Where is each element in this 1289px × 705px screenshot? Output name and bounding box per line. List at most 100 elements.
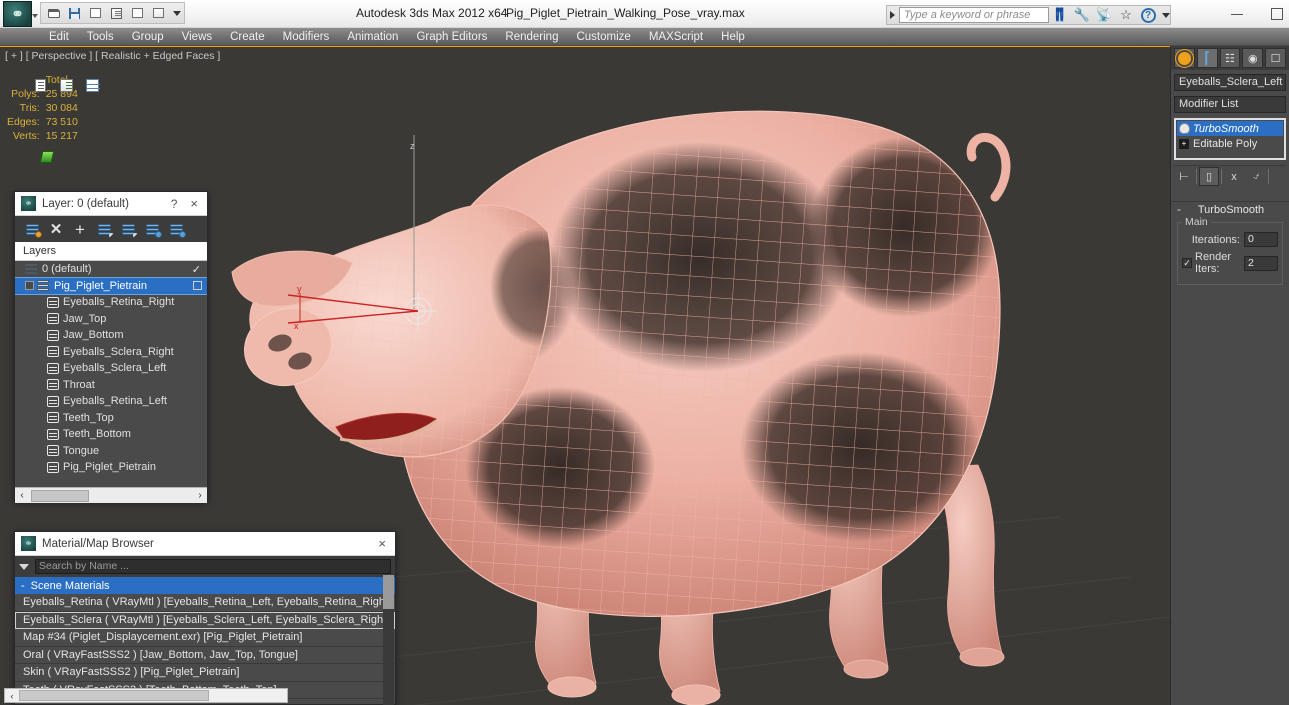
modifier-stack[interactable]: TurboSmooth + Editable Poly (1174, 118, 1286, 160)
asset-tracking-horizontal-scrollbar[interactable]: ‹ (4, 688, 288, 703)
layer-horizontal-scrollbar[interactable]: ‹ › (15, 487, 207, 503)
material-browser-close-button[interactable]: × (375, 536, 389, 551)
layer-row-eyeballs-retina-right[interactable]: Eyeballs_Retina_Right (15, 294, 207, 311)
layer-row-eyeballs-sclera-right[interactable]: Eyeballs_Sclera_Right (15, 344, 207, 361)
menu-item-modifiers[interactable]: Modifiers (274, 28, 339, 46)
display-tab[interactable]: ☐ (1265, 48, 1286, 68)
layer-row-eyeballs-sclera-left[interactable]: Eyeballs_Sclera_Left (15, 360, 207, 377)
make-unique-icon[interactable]: x (1224, 167, 1244, 186)
material-browser-titlebar[interactable]: ⚭ Material/Map Browser × (15, 532, 395, 556)
at-scroll-thumb[interactable] (19, 690, 209, 701)
layer-row-jaw-bottom[interactable]: Jaw_Bottom (15, 327, 207, 344)
render-iters-checkbox[interactable]: ✓ (1182, 258, 1192, 268)
pin-stack-icon[interactable]: ⊢ (1174, 167, 1194, 186)
binoculars-icon[interactable]: 👖 (1049, 6, 1071, 24)
layer-row-pig-piglet-pietrain[interactable]: Pig_Piglet_Pietrain (15, 276, 207, 295)
select-highlighted-objects-icon[interactable] (93, 219, 115, 239)
modifier-stack-item-editable-poly[interactable]: + Editable Poly (1177, 136, 1283, 151)
app-menu-caret-icon[interactable] (32, 14, 38, 18)
material-scroll-thumb[interactable] (383, 575, 394, 609)
menu-item-tools[interactable]: Tools (78, 28, 123, 46)
modifier-list-dropdown[interactable]: Modifier List (1174, 96, 1286, 113)
material-row-eyeballs-sclera[interactable]: Eyeballs_Sclera ( VRayMtl ) [Eyeballs_Sc… (15, 611, 395, 629)
modifier-stack-item-turbosmooth[interactable]: TurboSmooth (1177, 121, 1283, 136)
menu-item-graph-editors[interactable]: Graph Editors (407, 28, 496, 46)
search-options-caret-icon[interactable] (19, 563, 29, 570)
undo-icon[interactable] (86, 4, 105, 22)
star-icon[interactable]: ☆ (1115, 6, 1137, 24)
layer-checkbox[interactable] (25, 281, 34, 291)
material-map-browser[interactable]: ⚭ Material/Map Browser × Search by Name … (14, 531, 396, 705)
save-file-icon[interactable] (65, 4, 84, 22)
create-new-layer-icon[interactable] (21, 219, 43, 239)
satellite-icon[interactable]: 📡 (1093, 6, 1115, 24)
help-icon[interactable]: ? (1137, 6, 1159, 24)
layer-dialog[interactable]: ⚭ Layer: 0 (default) ? × ✕ + Layers 0 (d… (14, 191, 208, 503)
remove-modifier-icon[interactable]: ⍻ (1246, 167, 1266, 186)
hierarchy-tab[interactable]: ☷ (1219, 48, 1241, 68)
layer-active-box-icon[interactable] (193, 281, 202, 291)
menu-item-rendering[interactable]: Rendering (496, 28, 567, 46)
rollout-collapse-icon[interactable]: - (1171, 204, 1187, 216)
menu-item-help[interactable]: Help (712, 28, 754, 46)
layer-row-pig-piglet-pietrain-object[interactable]: Pig_Piglet_Pietrain (15, 459, 207, 476)
at-scroll-left-arrow-icon[interactable]: ‹ (5, 691, 19, 701)
help-caret-icon[interactable] (1162, 12, 1170, 18)
delete-layer-icon[interactable]: ✕ (45, 219, 67, 239)
highlight-selected-objects-icon[interactable] (117, 219, 139, 239)
layer-list[interactable]: 0 (default) ✓ Pig_Piglet_Pietrain Eyebal… (15, 261, 207, 487)
collapse-icon[interactable]: - (21, 580, 25, 592)
layer-row-throat[interactable]: Throat (15, 377, 207, 394)
layer-row-eyeballs-retina-left[interactable]: Eyeballs_Retina_Left (15, 393, 207, 410)
scene-materials-group-header[interactable]: - Scene Materials (15, 577, 395, 594)
minimize-button[interactable] (1231, 13, 1243, 15)
menu-item-group[interactable]: Group (123, 28, 173, 46)
open-file-icon[interactable] (44, 4, 63, 22)
modify-tab[interactable]: ⌈ (1196, 48, 1218, 68)
layer-row-teeth-top[interactable]: Teeth_Top (15, 410, 207, 427)
layer-row-0-default[interactable]: 0 (default) ✓ (15, 261, 207, 278)
maximize-button[interactable] (1271, 8, 1283, 20)
layer-dialog-close-button[interactable]: × (187, 196, 201, 211)
app-logo-icon[interactable]: ⚭ (3, 1, 32, 27)
new-scene-icon[interactable] (128, 4, 147, 22)
scroll-thumb[interactable] (31, 489, 89, 502)
redo-icon[interactable] (107, 4, 126, 22)
iterations-spinner[interactable]: 0 (1244, 232, 1278, 247)
material-row-eyeballs-retina[interactable]: Eyeballs_Retina ( VRayMtl ) [Eyeballs_Re… (15, 594, 395, 612)
layer-active-check-icon[interactable]: ✓ (192, 263, 201, 276)
menu-item-animation[interactable]: Animation (338, 28, 407, 46)
quick-access-caret-icon[interactable] (173, 10, 181, 16)
menu-item-customize[interactable]: Customize (567, 28, 639, 46)
blank-scene-icon[interactable] (149, 4, 168, 22)
layer-row-tongue[interactable]: Tongue (15, 443, 207, 460)
add-selection-icon[interactable]: + (69, 219, 91, 239)
scroll-left-arrow-icon[interactable]: ‹ (15, 490, 29, 501)
tree-view-icon[interactable] (58, 78, 75, 94)
select-objects-in-layer-icon[interactable] (165, 219, 187, 239)
object-name-field[interactable]: Eyeballs_Sclera_Left (1174, 74, 1286, 91)
search-dropdown-icon[interactable] (890, 11, 895, 19)
show-end-result-icon[interactable]: ▯ (1199, 167, 1219, 186)
layer-row-jaw-top[interactable]: Jaw_Top (15, 311, 207, 328)
menu-item-views[interactable]: Views (173, 28, 221, 46)
menu-item-maxscript[interactable]: MAXScript (640, 28, 712, 46)
render-iters-spinner[interactable]: 2 (1244, 255, 1278, 271)
light-bulb-icon[interactable] (1179, 123, 1190, 134)
layer-dialog-titlebar[interactable]: ⚭ Layer: 0 (default) ? × (15, 192, 207, 216)
expand-plus-icon[interactable]: + (1179, 138, 1189, 149)
search-input[interactable]: Type a keyword or phrase (899, 7, 1049, 23)
add-selected-objects-icon[interactable] (141, 219, 163, 239)
scroll-right-arrow-icon[interactable]: › (193, 490, 207, 501)
menu-item-edit[interactable]: Edit (40, 28, 78, 46)
material-row-skin[interactable]: Skin ( VRayFastSSS2 ) [Pig_Piglet_Pietra… (15, 664, 395, 682)
wrench-icon[interactable]: 🔧 (1071, 6, 1093, 24)
material-row-map-34[interactable]: Map #34 (Piglet_Displaycement.exr) [Pig_… (15, 629, 395, 647)
layer-dialog-help-button[interactable]: ? (161, 197, 188, 211)
motion-tab[interactable]: ◉ (1242, 48, 1264, 68)
material-search-input[interactable]: Search by Name ... (35, 559, 391, 574)
material-row-oral[interactable]: Oral ( VRayFastSSS2 ) [Jaw_Bottom, Jaw_T… (15, 647, 395, 664)
create-tab[interactable] (1174, 48, 1195, 68)
grid-view-icon[interactable] (83, 76, 102, 95)
material-list[interactable]: Eyeballs_Retina ( VRayMtl ) [Eyeballs_Re… (15, 594, 395, 699)
